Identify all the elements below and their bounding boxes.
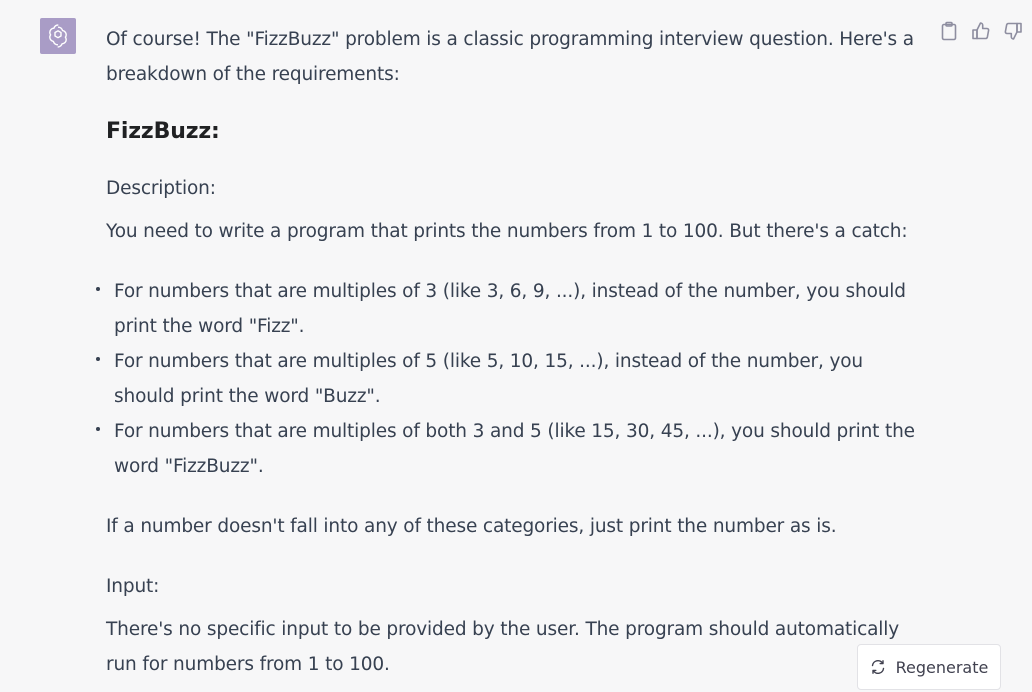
thumbs-up-icon: [972, 22, 990, 40]
fallback-paragraph: If a number doesn't fall into any of the…: [106, 516, 837, 537]
message-actions: [938, 20, 1024, 42]
thumbs-down-button[interactable]: [1002, 20, 1024, 42]
rules-list: For numbers that are multiples of 3 (lik…: [96, 274, 916, 484]
clipboard-icon: [941, 21, 957, 41]
assistant-avatar: [40, 18, 76, 54]
description-label: Description:: [106, 178, 216, 199]
regenerate-label: Regenerate: [895, 657, 989, 677]
section-heading: FizzBuzz:: [106, 119, 220, 144]
intro-paragraph: Of course! The "FizzBuzz" problem is a c…: [106, 29, 914, 85]
input-label: Input:: [106, 576, 160, 597]
thumbs-down-icon: [1004, 22, 1022, 40]
list-item: For numbers that are multiples of both 3…: [96, 414, 916, 484]
refresh-icon: [871, 659, 884, 675]
openai-logo-icon: [49, 24, 67, 48]
input-text: There's no specific input to be provided…: [106, 619, 900, 675]
assistant-message: Of course! The "FizzBuzz" problem is a c…: [96, 22, 926, 682]
list-item: For numbers that are multiples of 3 (lik…: [96, 274, 916, 344]
list-item: For numbers that are multiples of 5 (lik…: [96, 344, 916, 414]
copy-button[interactable]: [938, 20, 960, 42]
regenerate-button[interactable]: Regenerate: [857, 644, 1001, 690]
description-text: You need to write a program that prints …: [106, 221, 908, 242]
thumbs-up-button[interactable]: [970, 20, 992, 42]
